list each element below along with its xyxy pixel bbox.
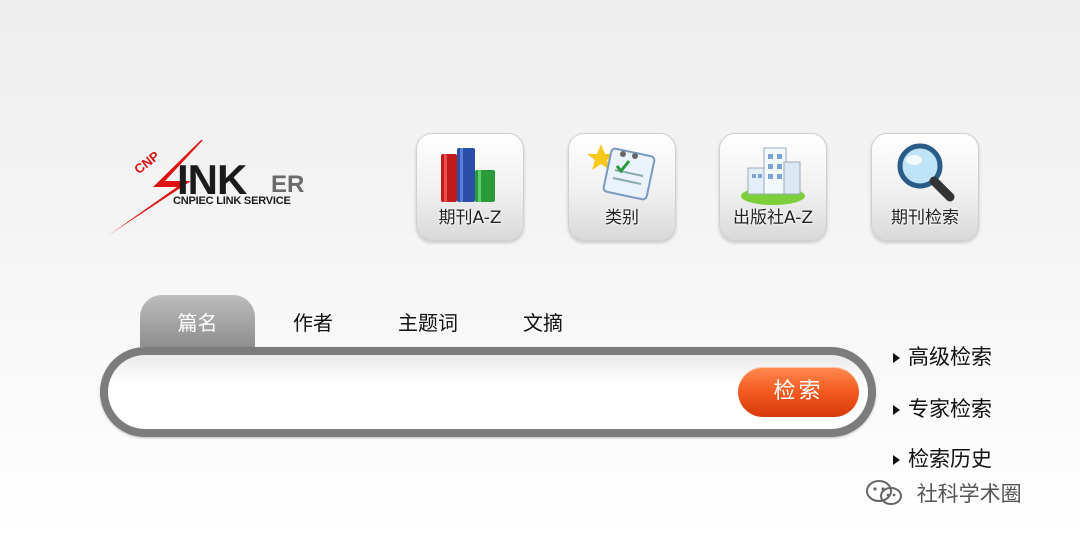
linker-logo: CNP INK ER CNPIEC LINK SERVICE [105,135,355,240]
tab-author[interactable]: 作者 [290,295,336,347]
tab-title[interactable]: 篇名 [140,295,255,347]
search-history-link[interactable]: 检索历史 [893,443,992,473]
magnifier-icon [897,143,955,202]
triangle-right-icon [893,405,900,415]
wechat-watermark: 社科学术圈 [864,478,1022,508]
side-link-label: 专家检索 [908,397,992,421]
tile-categories[interactable]: 类别 [568,133,676,241]
building-icon [741,147,805,205]
side-link-label: 检索历史 [908,447,992,471]
books-icon [441,148,495,202]
tile-journal-search[interactable]: 期刊检索 [871,133,979,241]
logo-tagline: CNPIEC LINK SERVICE [173,195,291,207]
tile-journals-az[interactable]: 期刊A-Z [416,133,524,241]
search-input[interactable] [138,373,732,411]
tile-label: 期刊检索 [891,208,959,228]
triangle-right-icon [893,353,900,363]
tile-publishers-az[interactable]: 出版社A-Z [719,133,827,241]
watermark-text: 社科学术圈 [916,482,1022,506]
wechat-icon [866,480,902,505]
expert-search-link[interactable]: 专家检索 [893,393,992,423]
side-link-label: 高级检索 [908,345,992,369]
advanced-search-link[interactable]: 高级检索 [893,341,992,371]
clipboard-star-icon [587,144,656,201]
triangle-right-icon [893,455,900,465]
tile-label: 期刊A-Z [438,208,502,228]
tab-subject[interactable]: 主题词 [393,295,463,347]
tab-abstract[interactable]: 文摘 [520,295,566,347]
logo-brand-suffix: ER [271,171,305,198]
tile-label: 出版社A-Z [732,208,814,228]
search-button[interactable]: 检索 [738,367,859,417]
tile-label: 类别 [605,208,639,228]
